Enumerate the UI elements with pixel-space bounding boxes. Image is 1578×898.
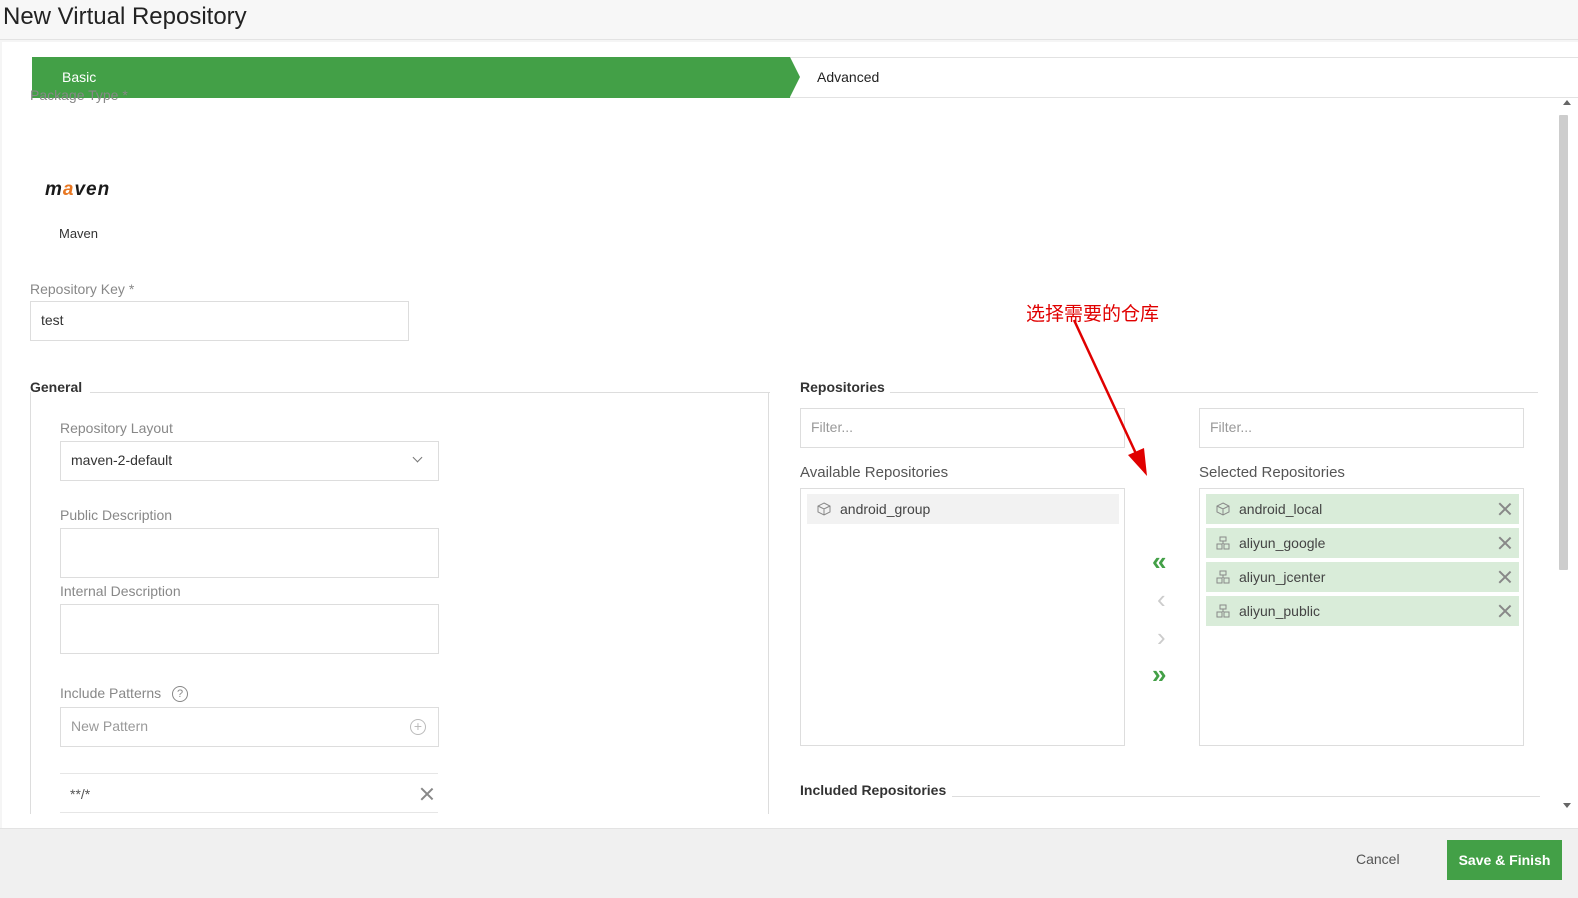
- repo-name: android_group: [840, 501, 931, 517]
- repository-layout-select[interactable]: maven-2-default: [60, 441, 439, 481]
- scroll-thumb[interactable]: [1559, 115, 1568, 570]
- selected-filter-input[interactable]: Filter...: [1199, 408, 1524, 448]
- pattern-value: **/*: [70, 786, 91, 802]
- selected-repositories-title: Selected Repositories: [1199, 464, 1345, 481]
- maven-logo-icon[interactable]: maven: [45, 179, 110, 201]
- list-item[interactable]: android_group: [807, 494, 1119, 524]
- repository-layout-label: Repository Layout: [60, 420, 173, 436]
- list-item[interactable]: aliyun_public: [1206, 596, 1519, 626]
- remove-repo-icon[interactable]: [1498, 536, 1512, 550]
- repository-key-input[interactable]: test: [30, 301, 409, 341]
- include-patterns-label: Include Patterns: [60, 685, 162, 701]
- public-description-label: Public Description: [60, 507, 173, 523]
- repositories-divider: [890, 392, 1538, 393]
- available-repositories-list: android_group: [800, 488, 1125, 746]
- page-header: New Virtual Repository: [0, 0, 1578, 40]
- list-item[interactable]: aliyun_google: [1206, 528, 1519, 558]
- footer-bar: Cancel Save & Finish: [0, 828, 1578, 898]
- cancel-button[interactable]: Cancel: [1356, 849, 1400, 869]
- package-type-label: Package Type *: [30, 87, 128, 103]
- remove-all-button[interactable]: »: [1152, 661, 1166, 687]
- scroll-up-icon[interactable]: [1563, 100, 1571, 105]
- new-pattern-placeholder: New Pattern: [71, 718, 149, 734]
- page-title: New Virtual Repository: [3, 3, 247, 30]
- included-repositories-title: Included Repositories: [800, 782, 947, 798]
- remove-repo-icon[interactable]: [1498, 604, 1512, 618]
- remote-repo-icon: [1216, 604, 1230, 618]
- scroll-down-icon[interactable]: [1563, 803, 1571, 808]
- new-pattern-input[interactable]: New Pattern +: [60, 707, 439, 747]
- repo-name: aliyun_public: [1239, 603, 1320, 619]
- wizard-step-advanced[interactable]: Advanced: [817, 58, 879, 97]
- included-divider: [952, 796, 1540, 797]
- repositories-section-title: Repositories: [800, 379, 885, 395]
- repo-name: aliyun_jcenter: [1239, 569, 1326, 585]
- available-repositories-title: Available Repositories: [800, 464, 949, 481]
- help-icon[interactable]: ?: [172, 686, 188, 702]
- vertical-scrollbar[interactable]: [1557, 100, 1578, 828]
- repository-layout-value: maven-2-default: [71, 452, 173, 468]
- repository-key-label: Repository Key *: [30, 281, 135, 297]
- save-finish-button[interactable]: Save & Finish: [1447, 840, 1562, 880]
- list-item[interactable]: aliyun_jcenter: [1206, 562, 1519, 592]
- package-icon: [817, 502, 831, 516]
- remove-repo-icon[interactable]: [1498, 502, 1512, 516]
- list-item[interactable]: android_local: [1206, 494, 1519, 524]
- wizard-steps: Basic Advanced: [32, 57, 1578, 98]
- remote-repo-icon: [1216, 536, 1230, 550]
- remote-repo-icon: [1216, 570, 1230, 584]
- package-type-value: Maven: [59, 226, 99, 241]
- wizard-arrow-shape: [790, 57, 800, 97]
- remove-pattern-icon[interactable]: [420, 787, 434, 801]
- wizard-step-basic[interactable]: Basic: [32, 57, 790, 98]
- selected-filter-placeholder: Filter...: [1210, 419, 1253, 435]
- add-circle-icon[interactable]: +: [410, 719, 426, 735]
- remove-repo-icon[interactable]: [1498, 570, 1512, 584]
- repo-name: aliyun_google: [1239, 535, 1326, 551]
- pattern-list-item: **/*: [60, 773, 438, 813]
- selected-repositories-list: android_local aliyun_google aliyun_jcent…: [1199, 488, 1524, 746]
- remove-selected-button[interactable]: ›: [1157, 624, 1166, 650]
- public-description-input[interactable]: [60, 528, 439, 578]
- add-selected-button[interactable]: ‹: [1157, 586, 1166, 612]
- internal-description-label: Internal Description: [60, 583, 181, 599]
- chevron-down-icon: [412, 452, 423, 463]
- repo-name: android_local: [1239, 501, 1323, 517]
- internal-description-input[interactable]: [60, 604, 439, 654]
- package-icon: [1216, 502, 1230, 516]
- add-all-button[interactable]: «: [1152, 548, 1166, 574]
- available-filter-placeholder: Filter...: [811, 419, 854, 435]
- annotation-arrow-icon: [1072, 319, 1147, 476]
